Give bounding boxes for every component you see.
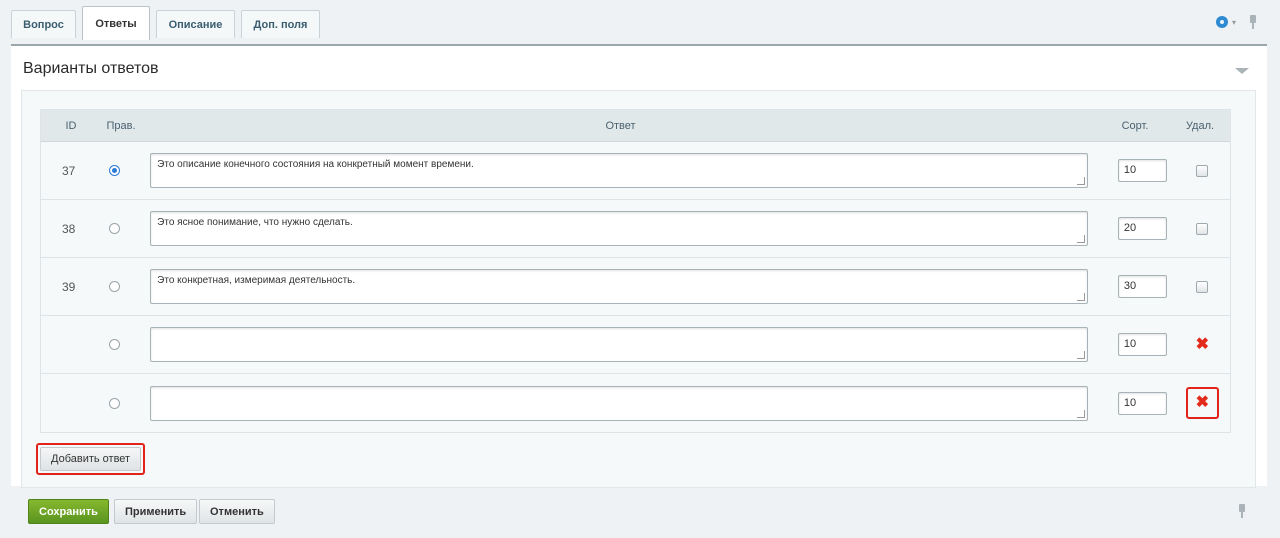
tab-answers[interactable]: Ответы	[82, 6, 150, 40]
add-answer-button[interactable]: Добавить ответ	[40, 447, 142, 471]
collapse-icon[interactable]	[1235, 68, 1249, 74]
save-button[interactable]: Сохранить	[28, 499, 109, 524]
resize-grip-icon[interactable]	[1077, 409, 1086, 418]
table-header: ID Прав. Ответ Сорт. Удал.	[41, 110, 1230, 142]
close-icon[interactable]: ✖	[1196, 336, 1209, 353]
delete-checkbox[interactable]	[1196, 280, 1209, 293]
answer-text: Это описание конечного состояния на конк…	[157, 159, 474, 170]
correct-radio[interactable]	[109, 397, 121, 409]
delete-checkbox[interactable]	[1196, 222, 1209, 235]
table-row: 39 Это конкретная, измеримая деятельност…	[41, 258, 1230, 316]
correct-radio[interactable]	[109, 223, 121, 234]
tab-tools: ▾	[1215, 15, 1258, 29]
tab-bar: Вопрос Ответы Описание Доп. поля ▾	[0, 0, 1280, 44]
answer-text: Это конкретная, измеримая деятельность.	[157, 275, 356, 286]
answers-table: ID Прав. Ответ Сорт. Удал. 37 Это описан…	[40, 109, 1231, 433]
sort-input[interactable]: 10	[1117, 391, 1167, 415]
answer-textarea[interactable]	[150, 327, 1089, 362]
correct-radio[interactable]	[109, 281, 121, 292]
cancel-button[interactable]: Отменить	[199, 499, 275, 524]
sort-input[interactable]: 30	[1117, 275, 1167, 298]
answer-textarea[interactable]	[150, 385, 1089, 421]
answers-panel: Варианты ответов ID Прав. Ответ Сорт. Уд…	[11, 44, 1267, 488]
table-row: 10 ✖	[41, 374, 1230, 432]
sort-input[interactable]: 10	[1117, 333, 1167, 356]
header-sort: Сорт.	[1121, 119, 1149, 132]
apply-button[interactable]: Применить	[114, 499, 198, 524]
pin-icon[interactable]	[1248, 15, 1258, 29]
answers-container: ID Прав. Ответ Сорт. Удал. 37 Это описан…	[21, 90, 1256, 488]
table-row: 38 Это ясное понимание, что нужно сделат…	[41, 200, 1230, 258]
resize-grip-icon[interactable]	[1077, 177, 1086, 185]
answer-textarea[interactable]: Это ясное понимание, что нужно сделать.	[150, 211, 1089, 246]
correct-radio[interactable]	[109, 339, 121, 350]
section-title: Варианты ответов	[23, 60, 159, 77]
form-footer: Сохранить Применить Отменить	[11, 486, 1267, 538]
answer-textarea[interactable]: Это описание конечного состояния на конк…	[150, 153, 1089, 188]
add-answer-highlight: Добавить ответ	[36, 443, 146, 475]
correct-radio[interactable]	[109, 165, 121, 176]
answer-textarea[interactable]: Это конкретная, измеримая деятельность.	[150, 269, 1089, 304]
table-row: 10 ✖	[41, 316, 1230, 374]
resize-grip-icon[interactable]	[1077, 293, 1086, 301]
sort-input[interactable]: 10	[1117, 159, 1167, 182]
header-id: ID	[65, 119, 77, 132]
table-row: 37 Это описание конечного состояния на к…	[41, 142, 1230, 200]
tab-extra-fields[interactable]: Доп. поля	[241, 10, 320, 38]
row-id: 38	[61, 221, 76, 236]
row-id: 37	[61, 163, 76, 178]
header-answer: Ответ	[605, 119, 636, 132]
row-id: 39	[61, 279, 76, 294]
chevron-down-icon[interactable]: ▾	[1232, 18, 1236, 27]
resize-grip-icon[interactable]	[1077, 235, 1086, 243]
tab-question[interactable]: Вопрос	[11, 10, 76, 38]
close-icon[interactable]: ✖	[1196, 395, 1209, 411]
header-delete: Удал.	[1185, 119, 1215, 132]
resize-grip-icon[interactable]	[1077, 351, 1086, 359]
tab-description[interactable]: Описание	[156, 10, 235, 38]
header-correct: Прав.	[106, 119, 136, 132]
sort-input[interactable]: 20	[1117, 217, 1167, 240]
gear-icon[interactable]	[1215, 16, 1228, 28]
remove-highlight: ✖	[1185, 387, 1220, 419]
pin-icon[interactable]	[1237, 504, 1247, 518]
delete-checkbox[interactable]	[1196, 164, 1209, 177]
answer-text: Это ясное понимание, что нужно сделать.	[157, 217, 353, 228]
